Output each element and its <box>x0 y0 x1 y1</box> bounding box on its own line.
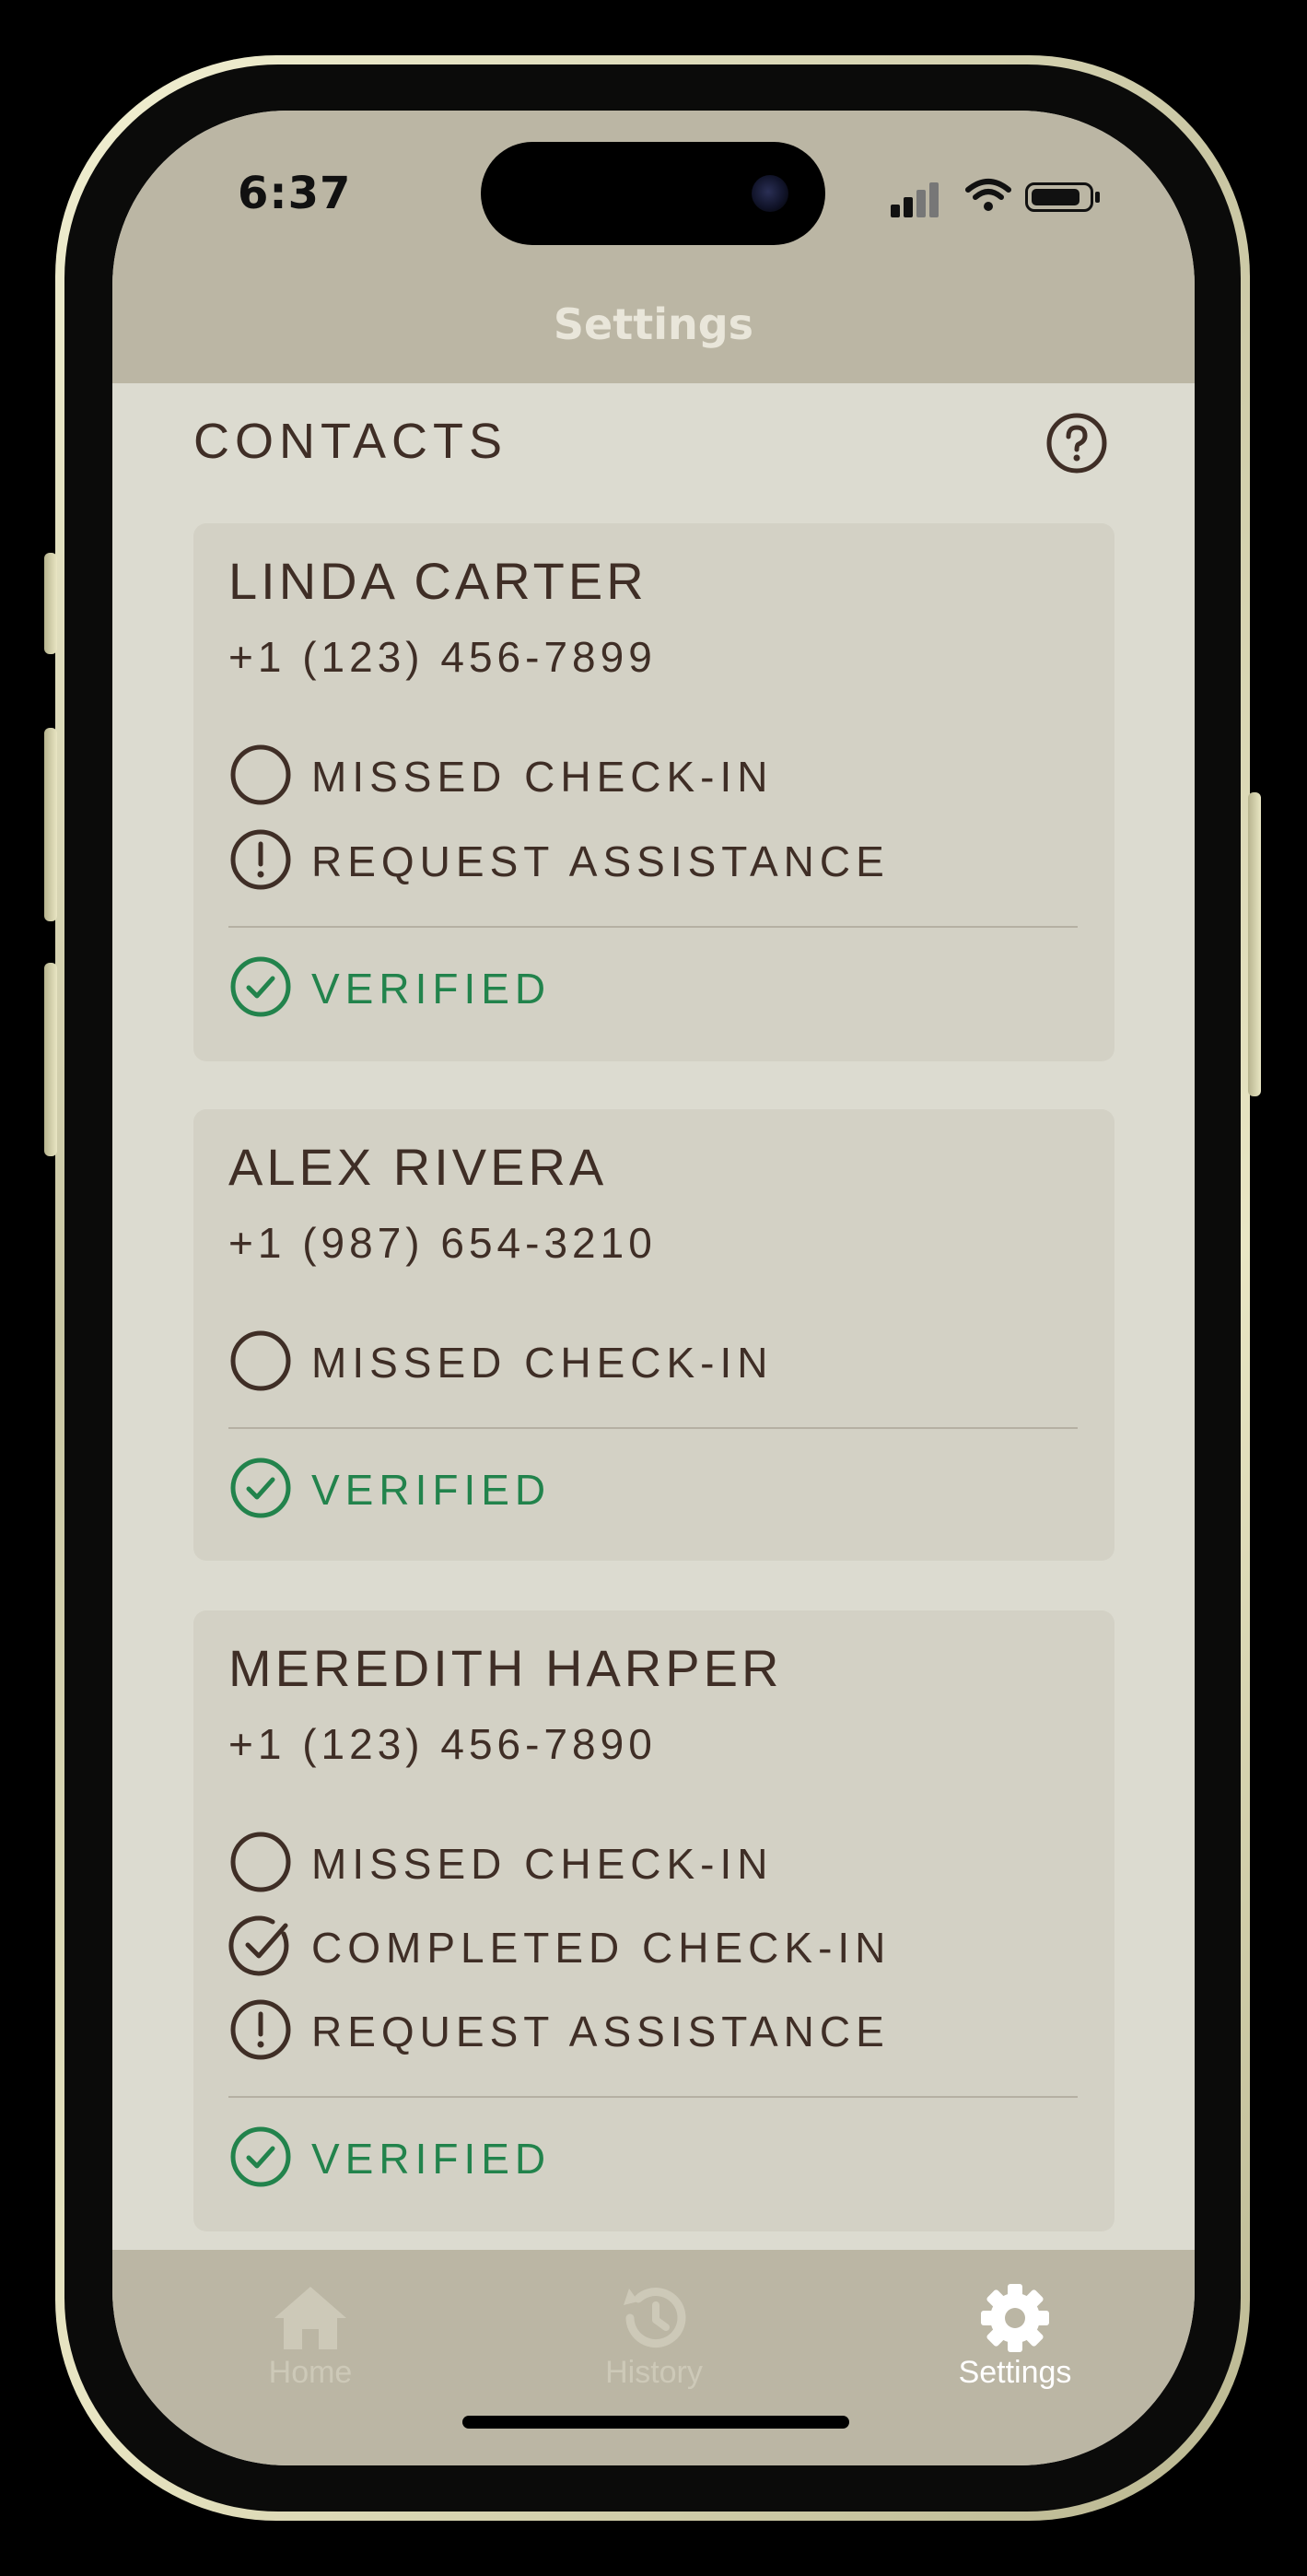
check-circle-icon <box>228 1915 289 1976</box>
dynamic-island <box>481 142 825 245</box>
option-label: COMPLETED CHECK-IN <box>311 1924 892 1972</box>
battery-cap <box>1095 192 1100 203</box>
volume-down-button <box>44 963 57 1156</box>
verified-check-icon <box>230 1458 291 1518</box>
verified-status: VERIFIED <box>228 1456 1057 1520</box>
screen: 6:37 Settings CONTACTS LINDA CARTER +1 (… <box>112 111 1195 2465</box>
home-indicator <box>462 2416 849 2429</box>
tab-label: Home <box>268 2355 353 2390</box>
option-request-assistance[interactable]: REQUEST ASSISTANCE <box>228 827 1057 892</box>
status-icons <box>891 177 1103 217</box>
question-circle-icon[interactable] <box>1044 411 1109 475</box>
contact-card[interactable]: LINDA CARTER +1 (123) 456-7899 MISSED CH… <box>193 523 1114 1061</box>
divider <box>228 926 1078 928</box>
contact-name: ALEX RIVERA <box>228 1138 608 1196</box>
verified-check-icon <box>230 956 291 1017</box>
exclamation-circle-icon <box>230 829 291 890</box>
option-label: MISSED CHECK-IN <box>311 1339 774 1387</box>
verified-check-icon <box>230 2126 291 2187</box>
option-completed-check-in[interactable]: COMPLETED CHECK-IN <box>228 1914 1057 1978</box>
contact-name: MEREDITH HARPER <box>228 1639 783 1697</box>
camera-icon <box>752 175 788 212</box>
power-button <box>1248 792 1261 1096</box>
contact-card[interactable]: ALEX RIVERA +1 (987) 654-3210 MISSED CHE… <box>193 1109 1114 1561</box>
action-button <box>44 553 57 654</box>
volume-up-button <box>44 728 57 921</box>
status-time: 6:37 <box>238 168 352 219</box>
option-missed-check-in[interactable]: MISSED CHECK-IN <box>228 1830 1057 1894</box>
section-header: CONTACTS <box>193 414 508 469</box>
tab-history[interactable]: History <box>562 2283 746 2403</box>
option-label: MISSED CHECK-IN <box>311 1840 774 1888</box>
contact-phone: +1 (123) 456-7899 <box>228 633 657 681</box>
verified-label: VERIFIED <box>311 1466 552 1514</box>
option-missed-check-in[interactable]: MISSED CHECK-IN <box>228 1329 1057 1393</box>
exclamation-circle-icon <box>230 1999 291 2060</box>
option-missed-check-in[interactable]: MISSED CHECK-IN <box>228 743 1057 807</box>
divider <box>228 2096 1078 2098</box>
circle-outline-icon <box>230 744 291 805</box>
contact-name: LINDA CARTER <box>228 552 648 610</box>
tab-label: Settings <box>958 2355 1072 2390</box>
tab-bar: Home History Settings <box>112 2250 1195 2465</box>
page-title: Settings <box>553 299 754 349</box>
gear-icon <box>981 2284 1049 2352</box>
wifi-icon <box>965 179 1011 211</box>
contacts-section: CONTACTS LINDA CARTER +1 (123) 456-7899 … <box>112 383 1195 2360</box>
tab-settings[interactable]: Settings <box>923 2283 1107 2403</box>
verified-status: VERIFIED <box>228 954 1057 1019</box>
tab-home[interactable]: Home <box>218 2283 403 2403</box>
contact-phone: +1 (987) 654-3210 <box>228 1219 657 1267</box>
verified-label: VERIFIED <box>311 965 552 1013</box>
circle-outline-icon <box>230 1330 291 1391</box>
divider <box>228 1427 1078 1429</box>
option-label: MISSED CHECK-IN <box>311 753 774 801</box>
option-label: REQUEST ASSISTANCE <box>311 837 890 885</box>
top-bar: 6:37 Settings <box>112 111 1195 383</box>
home-icon <box>274 2287 346 2349</box>
circle-outline-icon <box>230 1832 291 1892</box>
tab-label: History <box>605 2355 703 2390</box>
history-icon <box>624 2288 686 2348</box>
verified-label: VERIFIED <box>311 2135 552 2183</box>
battery-icon <box>1025 182 1093 212</box>
contact-phone: +1 (123) 456-7890 <box>228 1720 657 1768</box>
option-label: REQUEST ASSISTANCE <box>311 2008 890 2055</box>
verified-status: VERIFIED <box>228 2125 1057 2189</box>
contact-card[interactable]: MEREDITH HARPER +1 (123) 456-7890 MISSED… <box>193 1610 1114 2231</box>
option-request-assistance[interactable]: REQUEST ASSISTANCE <box>228 1997 1057 2062</box>
